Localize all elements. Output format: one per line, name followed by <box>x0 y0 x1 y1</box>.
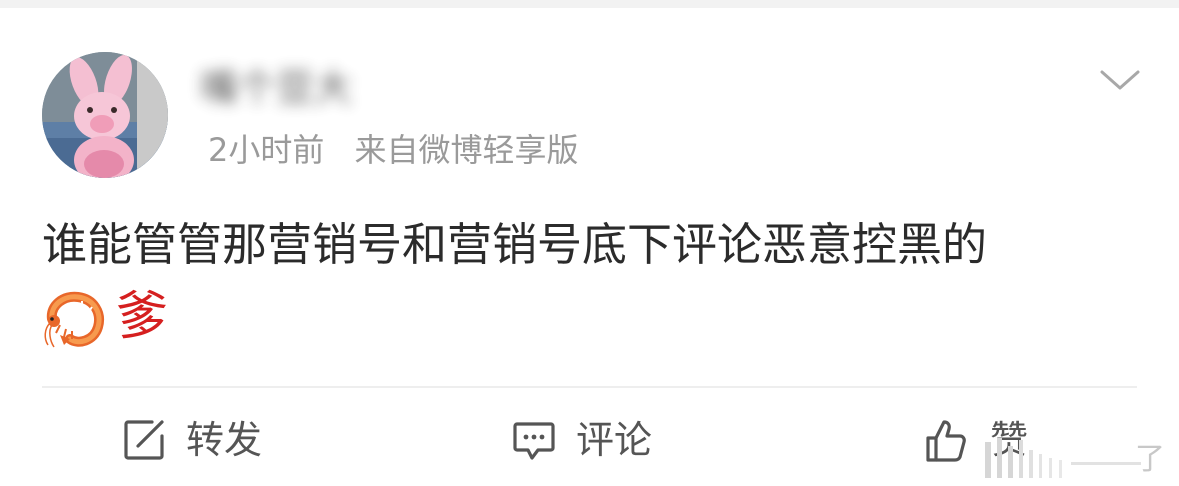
emoji-character: 爹 <box>116 287 169 347</box>
avatar[interactable] <box>42 52 168 178</box>
comment-label: 评论 <box>576 418 653 462</box>
repost-icon <box>124 420 164 460</box>
comment-button[interactable]: 评论 <box>512 410 652 470</box>
avatar-image <box>42 52 168 178</box>
thumbs-up-icon <box>926 420 966 462</box>
post-text-line-2: 爹 <box>42 285 168 349</box>
post-meta: 2小时前 来自微博轻享版 <box>208 128 579 172</box>
shrimp-icon <box>44 291 104 348</box>
post-source[interactable]: 来自微博轻享版 <box>355 131 579 169</box>
chevron-down-icon[interactable] <box>1098 66 1142 94</box>
top-separator-bar <box>0 0 1179 8</box>
repost-label: 转发 <box>186 418 263 462</box>
post-time: 2小时前 <box>208 131 325 169</box>
repost-button[interactable]: 转发 <box>122 410 262 470</box>
watermark: 了 <box>975 432 1179 482</box>
divider <box>42 386 1137 388</box>
watermark-text: 了 <box>1135 442 1165 477</box>
post-text: 谁能管管那营销号和营销号底下评论恶意控黑的 <box>42 218 988 271</box>
comment-icon <box>513 422 555 460</box>
username[interactable]: 嘴个豆大 <box>200 60 520 116</box>
